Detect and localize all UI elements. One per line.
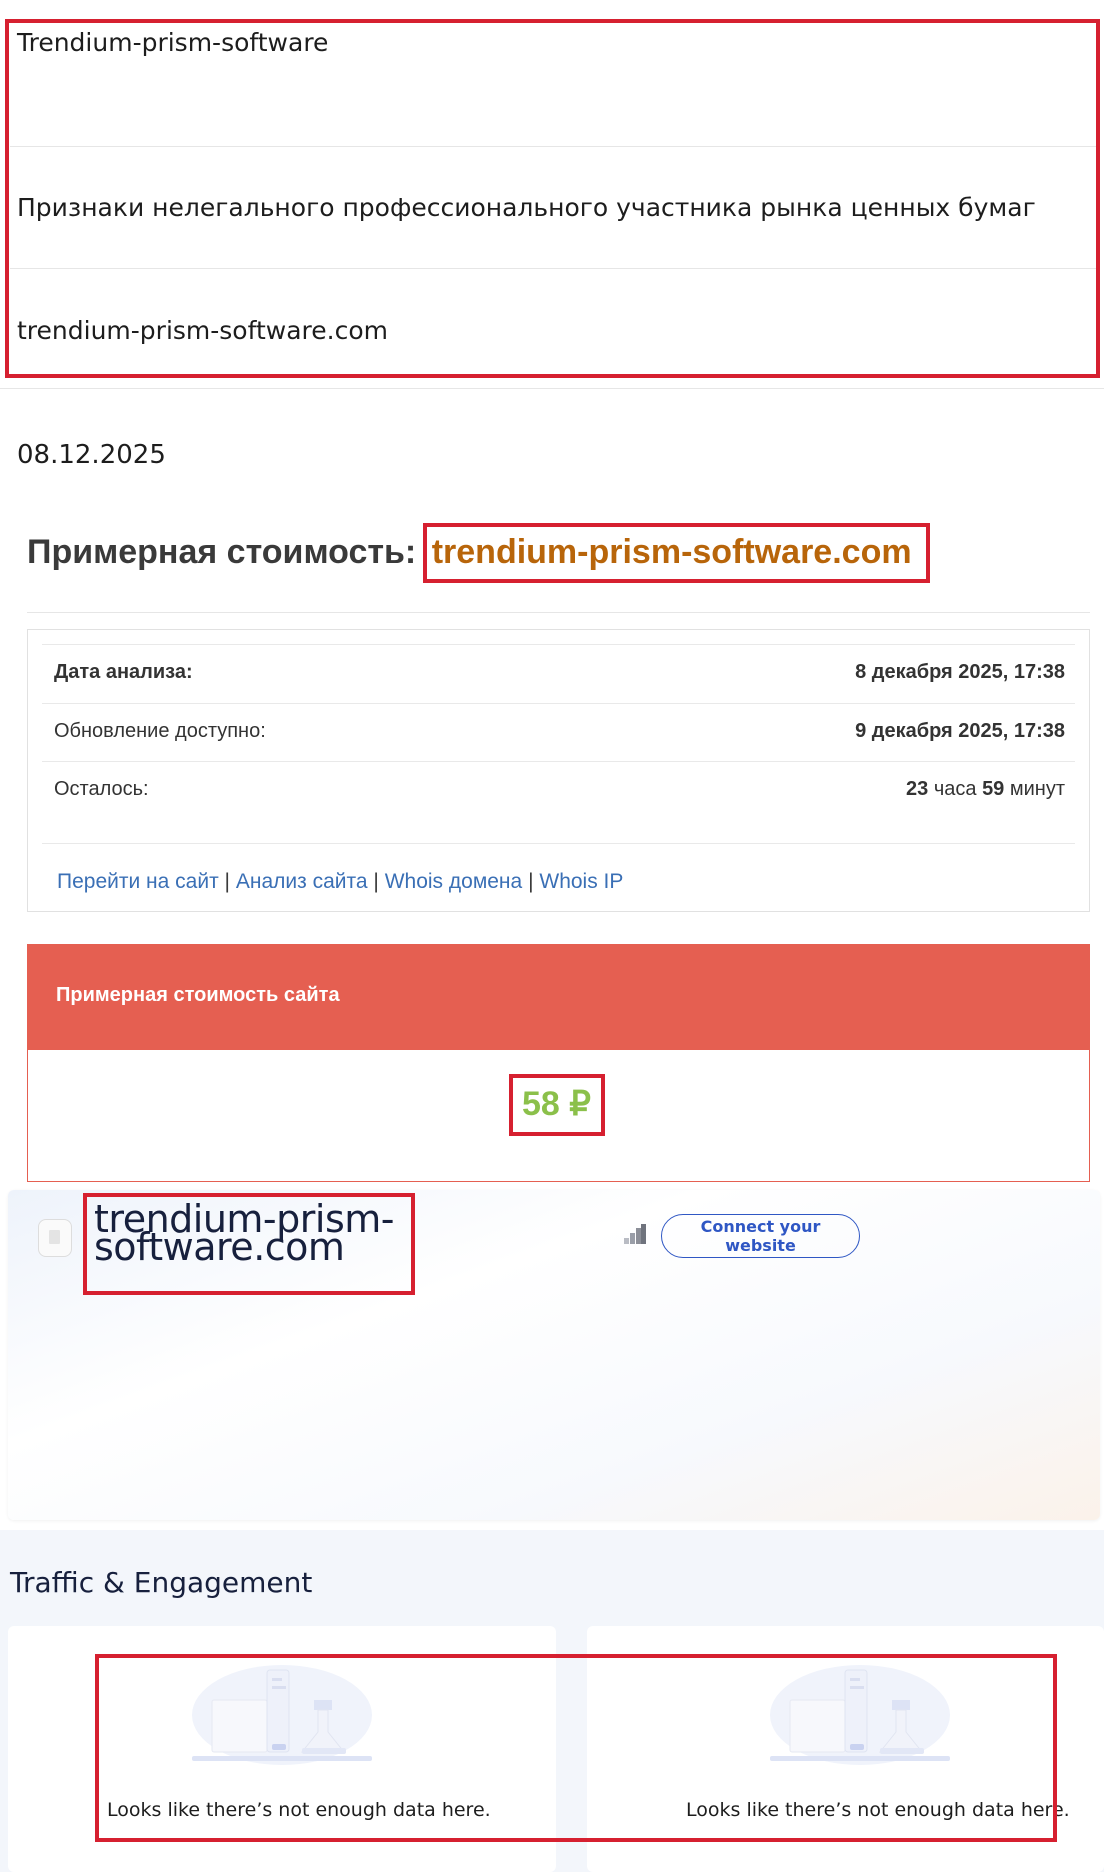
link-separator: | <box>528 870 534 893</box>
update-available-label: Обновление доступно: <box>54 720 266 742</box>
divider <box>27 612 1090 613</box>
update-available-value: 9 декабря 2025, 17:38 <box>855 720 1065 742</box>
time-left-value: 23 часа 59 минут <box>906 778 1065 801</box>
goto-site-link[interactable]: Перейти на сайт <box>57 870 219 893</box>
highlight-box-no-data <box>95 1654 1057 1842</box>
traffic-title: Traffic & Engagement <box>10 1566 313 1599</box>
analysis-info-box: Дата анализа: 8 декабря 2025, 17:38 Обно… <box>27 629 1090 912</box>
site-value-header: Примерная стоимость сайта <box>27 944 1090 1050</box>
highlight-box-domain <box>423 523 930 583</box>
minutes-value: 59 <box>982 778 1005 800</box>
time-left-label: Осталось: <box>54 778 149 800</box>
highlight-box-card-title <box>83 1193 415 1295</box>
analysis-date-row: Дата анализа: 8 декабря 2025, 17:38 <box>42 644 1075 703</box>
connect-label-line1: Connect your <box>700 1217 821 1236</box>
highlight-box-value <box>509 1074 605 1136</box>
hours-value: 23 <box>906 778 929 800</box>
row-divider <box>0 388 1104 389</box>
publish-date: 08.12.2025 <box>17 440 166 470</box>
highlight-box-top-table <box>5 19 1100 378</box>
hours-unit: часа <box>928 778 983 800</box>
site-value-header-label: Примерная стоимость сайта <box>56 984 340 1006</box>
link-separator: | <box>224 870 230 893</box>
connect-website-button[interactable]: Connect your website <box>661 1214 860 1258</box>
update-available-row: Обновление доступно: 9 декабря 2025, 17:… <box>42 703 1075 762</box>
site-links: Перейти на сайт | Анализ сайта | Whois д… <box>57 870 623 894</box>
connect-label-line2: website <box>725 1236 796 1255</box>
analysis-date-value: 8 декабря 2025, 17:38 <box>855 661 1065 683</box>
analysis-date-label: Дата анализа: <box>54 661 193 683</box>
bar-chart-icon <box>624 1224 646 1244</box>
site-analysis-link[interactable]: Анализ сайта <box>236 870 368 893</box>
price-heading-label: Примерная стоимость: <box>27 533 417 571</box>
document-icon <box>38 1219 72 1257</box>
link-separator: | <box>373 870 379 893</box>
whois-ip-link[interactable]: Whois IP <box>539 870 623 893</box>
whois-domain-link[interactable]: Whois домена <box>385 870 523 893</box>
links-divider <box>42 843 1075 845</box>
time-left-row: Осталось: 23 часа 59 минут <box>42 761 1075 820</box>
minutes-unit: минут <box>1004 778 1065 800</box>
